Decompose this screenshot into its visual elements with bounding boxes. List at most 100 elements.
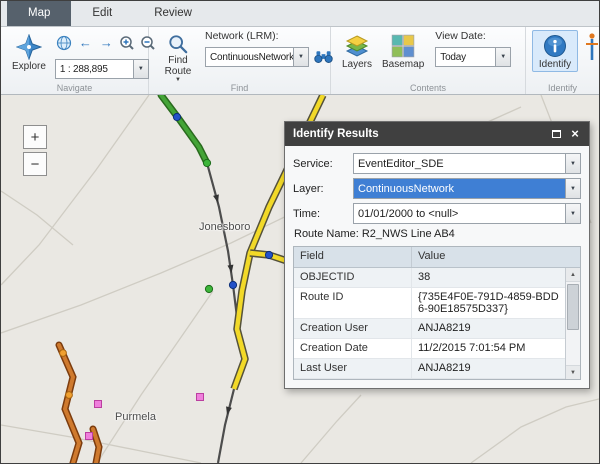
dropdown-arrow-icon[interactable]: ▼ xyxy=(293,48,308,66)
point-event-blue[interactable] xyxy=(229,281,236,288)
service-label: Service: xyxy=(293,158,353,170)
value-cell: {735E4F0E-791D-4859-BDD6-90E18575D337} xyxy=(412,288,565,318)
tab-review[interactable]: Review xyxy=(133,1,213,26)
point-event-orange[interactable] xyxy=(60,350,67,357)
table-header-row: Field Value xyxy=(294,247,580,268)
zoom-in-button[interactable] xyxy=(118,33,137,52)
basemap-label: Basemap xyxy=(382,59,424,70)
view-date-label: View Date: xyxy=(435,30,511,43)
value-cell: 11/2/2015 7:01:54 PM xyxy=(412,339,565,358)
network-lrm-label: Network (LRM): xyxy=(205,30,334,43)
hatch-tool-button[interactable] xyxy=(585,32,599,69)
close-button[interactable]: × xyxy=(567,126,583,142)
scroll-up-button[interactable]: ▲ xyxy=(566,268,580,282)
dropdown-arrow-icon[interactable]: ▼ xyxy=(495,48,510,66)
identify-label: Identify xyxy=(539,59,571,70)
basemap-button[interactable]: Basemap xyxy=(377,30,429,72)
point-event-green[interactable] xyxy=(205,285,212,292)
view-date-combobox[interactable]: Today ▼ xyxy=(435,47,511,67)
dropdown-arrow-icon[interactable]: ▼ xyxy=(565,204,580,223)
route-line-green[interactable] xyxy=(161,95,207,163)
layer-value: ContinuousNetwork xyxy=(354,179,565,198)
zoom-initial-extent-button[interactable] xyxy=(55,33,74,52)
scroll-thumb[interactable] xyxy=(567,284,579,330)
map-zoom-control: + − xyxy=(23,125,47,176)
layers-icon xyxy=(345,34,369,58)
identify-button[interactable]: Identify xyxy=(532,30,578,72)
map-zoom-in-button[interactable]: + xyxy=(23,125,47,149)
layers-button[interactable]: Layers xyxy=(337,30,377,72)
map-view[interactable]: Jonesboro Purmela + − Identify Results ×… xyxy=(1,95,599,463)
zoom-in-icon xyxy=(119,35,135,51)
table-scrollbar[interactable]: ▲ ▼ xyxy=(565,268,580,379)
field-cell: Creation Date xyxy=(294,339,412,358)
layers-label: Layers xyxy=(342,59,372,70)
point-event-orange[interactable] xyxy=(66,392,73,399)
layer-label: Layer: xyxy=(293,183,353,195)
field-cell: OBJECTID xyxy=(294,268,412,287)
view-date-value: Today xyxy=(436,48,495,66)
table-row[interactable]: OBJECTID 38 xyxy=(294,268,565,288)
table-row[interactable]: Last User ANJA8219 xyxy=(294,359,565,379)
point-event-pink[interactable] xyxy=(197,394,204,401)
field-cell: Last User xyxy=(294,359,412,378)
explore-button[interactable]: Explore xyxy=(7,30,51,79)
point-event-blue[interactable] xyxy=(173,113,180,120)
route-line-orange-casing xyxy=(59,345,79,463)
maximize-icon xyxy=(552,130,561,138)
contents-group: Layers Basemap View Date: Today ▼ xyxy=(331,27,526,94)
tab-edit[interactable]: Edit xyxy=(71,1,133,26)
tab-map[interactable]: Map xyxy=(7,1,71,26)
network-value: ContinuousNetwork xyxy=(206,48,293,66)
dropdown-arrow-icon[interactable]: ▼ xyxy=(133,60,148,78)
panel-title: Identify Results xyxy=(293,128,379,140)
point-event-green[interactable] xyxy=(203,159,210,166)
explore-icon xyxy=(16,34,42,60)
map-zoom-out-button[interactable]: − xyxy=(23,152,47,176)
navigate-group-label: Navigate xyxy=(1,83,148,93)
scroll-down-button[interactable]: ▼ xyxy=(566,365,580,379)
globe-icon xyxy=(56,35,72,51)
point-event-blue[interactable] xyxy=(265,251,272,258)
route-line-dark-a[interactable] xyxy=(207,163,237,335)
service-value: EventEditor_SDE xyxy=(354,154,565,173)
table-header-value: Value xyxy=(412,247,580,267)
find-route-icon xyxy=(168,34,188,54)
ribbon-tab-bar: Map Edit Review xyxy=(1,1,599,27)
ribbon: Explore ← xyxy=(1,27,599,95)
find-route-button[interactable]: Find Route ▼ xyxy=(155,30,201,85)
forward-extent-button[interactable]: → xyxy=(97,33,116,52)
table-row[interactable]: Route ID {735E4F0E-791D-4859-BDD6-90E185… xyxy=(294,288,565,319)
maximize-button[interactable] xyxy=(548,126,564,142)
identify-group: Identify Identify xyxy=(526,27,599,94)
route-name-text: Route Name: R2_NWS Line AB4 xyxy=(294,228,581,240)
table-row[interactable]: Creation Date 11/2/2015 7:01:54 PM xyxy=(294,339,565,359)
network-combobox[interactable]: ContinuousNetwork ▼ xyxy=(205,47,309,67)
panel-title-bar[interactable]: Identify Results × xyxy=(285,122,589,146)
time-label: Time: xyxy=(293,208,353,220)
back-extent-button[interactable]: ← xyxy=(76,33,95,52)
layer-combobox[interactable]: ContinuousNetwork ▼ xyxy=(353,178,581,199)
scale-combobox[interactable]: 1 : 288,895 ▼ xyxy=(55,59,149,79)
binoculars-icon xyxy=(314,50,333,64)
navigate-group: Explore ← xyxy=(1,27,149,94)
dropdown-arrow-icon[interactable]: ▼ xyxy=(565,179,580,198)
table-row[interactable]: Creation User ANJA8219 xyxy=(294,319,565,339)
field-cell: Creation User xyxy=(294,319,412,338)
value-cell: ANJA8219 xyxy=(412,359,565,378)
close-icon: × xyxy=(571,128,579,140)
service-combobox[interactable]: EventEditor_SDE ▼ xyxy=(353,153,581,174)
find-group: Find Route ▼ Network (LRM): ContinuousNe… xyxy=(149,27,331,94)
identify-icon xyxy=(543,34,567,58)
place-label-jonesboro: Jonesboro xyxy=(199,221,250,233)
point-event-pink[interactable] xyxy=(86,433,93,440)
back-arrow-icon: ← xyxy=(79,35,92,50)
time-combobox[interactable]: 01/01/2000 to <null> ▼ xyxy=(353,203,581,224)
field-cell: Route ID xyxy=(294,288,412,318)
value-cell: ANJA8219 xyxy=(412,319,565,338)
dropdown-arrow-icon[interactable]: ▼ xyxy=(565,154,580,173)
route-line-dark-b[interactable] xyxy=(218,389,234,463)
event-editor-window: Map Edit Review Explore xyxy=(0,0,600,464)
point-event-pink[interactable] xyxy=(95,401,102,408)
identify-results-panel: Identify Results × Service: EventEditor_… xyxy=(284,121,590,389)
